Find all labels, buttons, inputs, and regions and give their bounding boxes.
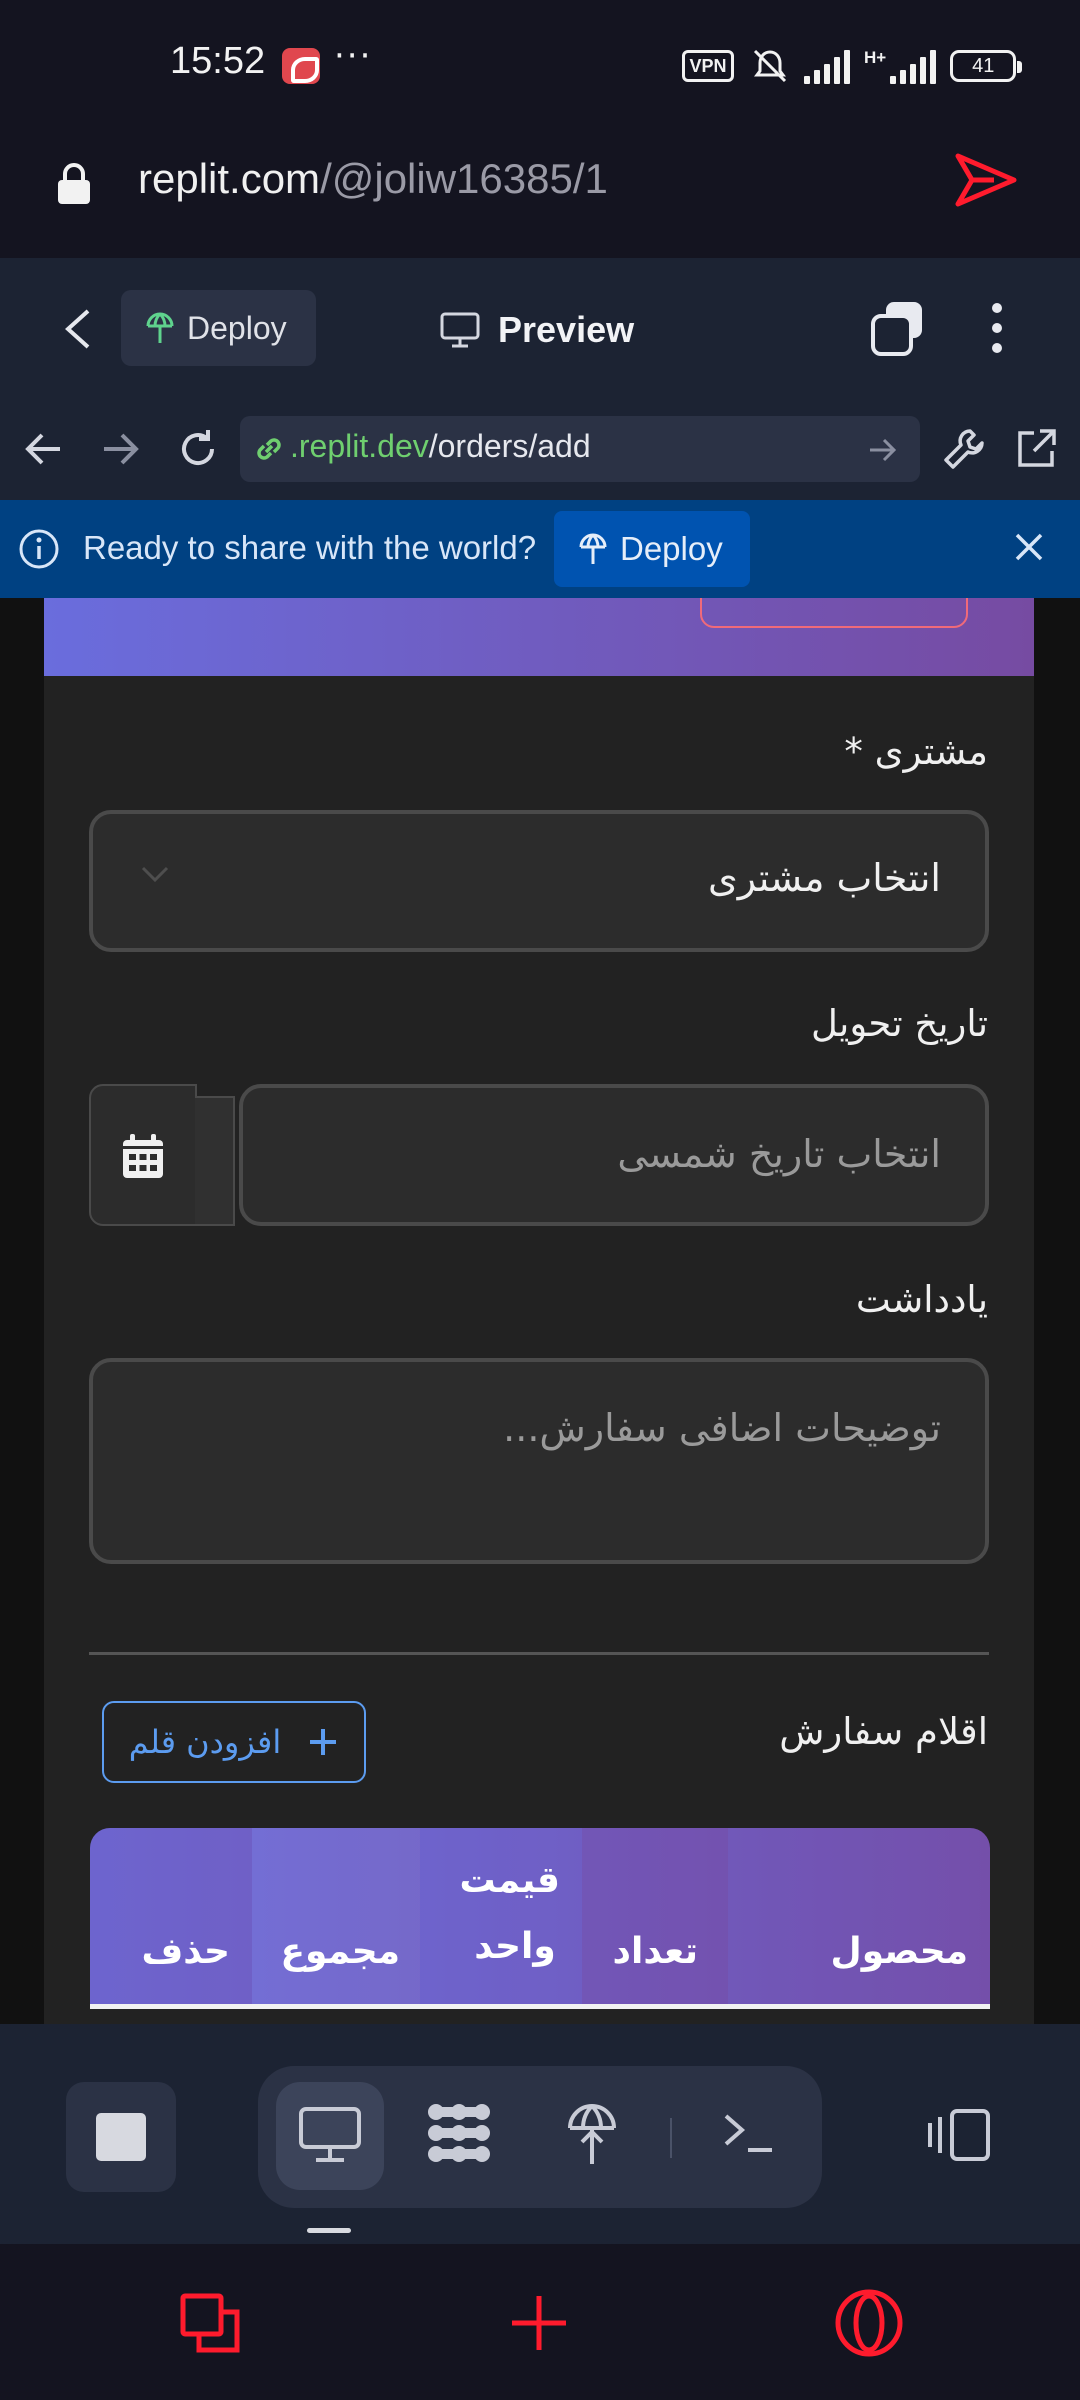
column-header-unit-price: قیمت واحد xyxy=(420,1828,582,2006)
network-type: H+ xyxy=(864,48,887,67)
stop-icon xyxy=(96,2113,146,2161)
delivery-date-label: تاریخ تحویل xyxy=(811,1002,988,1045)
note-placeholder: توضیحات اضافی سفارش... xyxy=(503,1406,941,1450)
column-header-quantity: تعداد xyxy=(582,1828,728,2006)
status-more-notifications: ··· xyxy=(334,36,373,76)
order-items-title: اقلام سفارش xyxy=(779,1710,988,1753)
plus-icon xyxy=(310,1729,337,1755)
browser-url-domain: replit.com xyxy=(138,155,321,202)
chevron-down-icon xyxy=(141,866,169,883)
note-label: یادداشت xyxy=(855,1278,988,1321)
signal-icon-1 xyxy=(804,48,850,84)
deploy-button-label: Deploy xyxy=(187,309,287,346)
banner-deploy-button[interactable]: Deploy xyxy=(554,511,750,587)
column-label-product: محصول xyxy=(830,1931,968,1972)
send-icon[interactable] xyxy=(954,150,1018,210)
back-chevron-icon[interactable] xyxy=(60,305,96,353)
battery-icon: 41 xyxy=(950,50,1023,82)
preview-tab[interactable]: Preview xyxy=(440,300,634,360)
shell-icon[interactable] xyxy=(722,2110,776,2156)
column-header-product: محصول xyxy=(728,1828,990,2006)
column-label-total: مجموع xyxy=(280,1931,400,1972)
vpn-icon: VPN xyxy=(682,50,734,82)
column-header-delete: حذف xyxy=(90,1828,252,2006)
status-time: 15:52 xyxy=(170,40,266,82)
open-external-icon[interactable] xyxy=(1012,425,1060,473)
active-tool-indicator xyxy=(307,2228,351,2233)
header-action-button[interactable] xyxy=(700,598,968,628)
agent-icon[interactable] xyxy=(424,2098,494,2168)
lock-icon xyxy=(58,163,90,204)
customer-label: مشتری * xyxy=(844,730,988,773)
deploy-icon xyxy=(579,533,607,564)
column-label-delete: حذف xyxy=(141,1931,230,1972)
windows-icon[interactable] xyxy=(870,300,926,356)
new-tab-plus-icon[interactable] xyxy=(508,2292,570,2354)
customer-select[interactable]: انتخاب مشتری xyxy=(89,810,989,952)
date-input-gap xyxy=(195,1096,235,1226)
order-form-card: مشتری * انتخاب مشتری تاریخ تحویل انتخاب … xyxy=(44,598,1034,2024)
url-go-arrow-icon[interactable] xyxy=(866,434,898,466)
column-header-total: مجموع xyxy=(252,1828,420,2006)
status-icons: H+ 41 xyxy=(750,46,1023,86)
tabs-icon[interactable] xyxy=(180,2293,240,2353)
customer-select-value: انتخاب مشتری xyxy=(708,856,941,900)
link-icon xyxy=(257,438,281,460)
webview-url-domain: .replit.dev xyxy=(290,428,429,464)
monitor-icon xyxy=(440,312,480,348)
notification-app-icon xyxy=(282,48,320,84)
delivery-date-placeholder: انتخاب تاریخ شمسی xyxy=(617,1132,941,1176)
webview-back-icon[interactable] xyxy=(20,425,68,473)
app-viewport: مشتری * انتخاب مشتری تاریخ تحویل انتخاب … xyxy=(0,598,1080,2024)
calendar-icon xyxy=(123,1134,163,1178)
deploy-button[interactable]: Deploy xyxy=(121,290,316,366)
browser-url-path: /@joliw16385/1 xyxy=(320,155,608,202)
signal-icon-2: H+ xyxy=(864,48,937,84)
info-icon xyxy=(19,529,59,569)
note-textarea[interactable]: توضیحات اضافی سفارش... xyxy=(89,1358,989,1564)
banner-deploy-label: Deploy xyxy=(620,530,723,567)
column-label-quantity: تعداد xyxy=(612,1931,698,1972)
browser-url[interactable]: replit.com/@joliw16385/1 xyxy=(138,155,608,203)
delivery-date-input[interactable]: انتخاب تاریخ شمسی xyxy=(239,1084,989,1226)
order-items-table-header: حذف مجموع قیمت واحد تعداد محصول xyxy=(90,1828,990,2008)
devtools-wrench-icon[interactable] xyxy=(940,425,988,473)
banner-message: Ready to share with the world? xyxy=(83,529,537,566)
deploy-icon[interactable] xyxy=(566,2100,618,2168)
more-options-icon[interactable] xyxy=(982,300,1012,356)
webview-url-text: .replit.dev/orders/add xyxy=(290,428,591,465)
table-header-underline xyxy=(90,2004,990,2009)
close-icon[interactable] xyxy=(1012,530,1046,564)
column-label-unit-price: قیمت واحد xyxy=(459,1860,560,1967)
panels-icon[interactable] xyxy=(926,2108,992,2162)
monitor-icon xyxy=(299,2107,361,2162)
add-item-button[interactable]: افزودن قلم xyxy=(102,1701,366,1783)
section-divider xyxy=(89,1652,989,1655)
webview-url-path: /orders/add xyxy=(428,428,591,464)
tool-separator xyxy=(670,2118,672,2158)
preview-label: Preview xyxy=(498,309,635,350)
webview-forward-icon[interactable] xyxy=(96,425,144,473)
webview-reload-icon[interactable] xyxy=(174,425,222,473)
silent-bell-icon xyxy=(753,49,787,83)
opera-menu-icon[interactable] xyxy=(834,2288,904,2358)
card-header xyxy=(44,598,1034,676)
deploy-icon xyxy=(146,312,174,343)
add-item-label: افزودن قلم xyxy=(128,1723,282,1761)
